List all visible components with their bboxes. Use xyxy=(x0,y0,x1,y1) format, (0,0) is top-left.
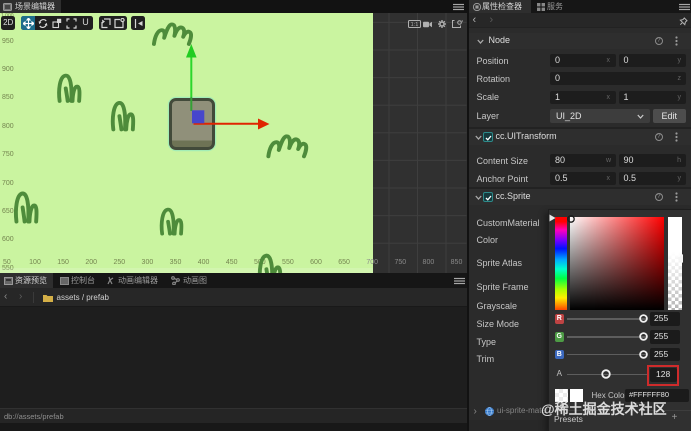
svg-text:1:1: 1:1 xyxy=(410,22,418,28)
